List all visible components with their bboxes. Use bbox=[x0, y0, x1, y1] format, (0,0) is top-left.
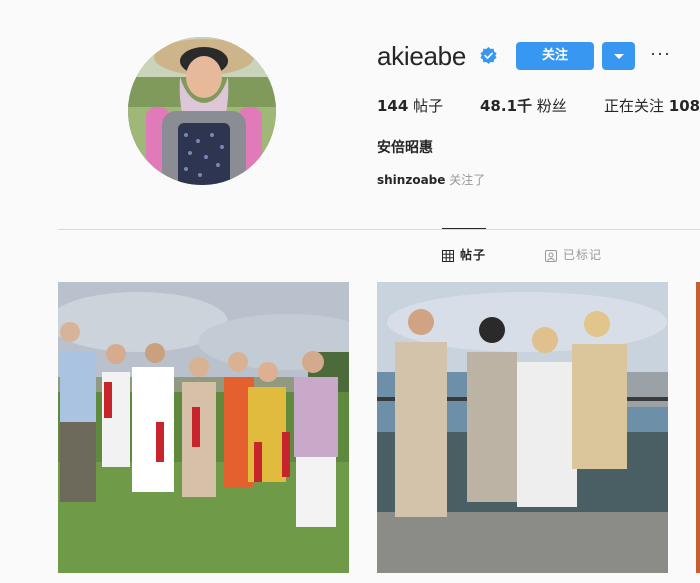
tagged-icon bbox=[545, 249, 557, 262]
post-thumbnail-partial[interactable] bbox=[696, 282, 700, 573]
followed-by-suffix: 关注了 bbox=[449, 173, 486, 187]
tab-posts[interactable]: 帖子 bbox=[442, 247, 486, 263]
posts-count: 144 bbox=[377, 97, 409, 115]
followers-stat[interactable]: 48.1千 粉丝 bbox=[480, 95, 567, 116]
followed-by-text: shinzoabe 关注了 bbox=[377, 171, 485, 188]
tab-tagged[interactable]: 已标记 bbox=[545, 247, 602, 263]
suggestions-dropdown-button[interactable] bbox=[602, 42, 635, 70]
tab-tagged-label: 已标记 bbox=[563, 248, 603, 262]
profile-avatar[interactable] bbox=[128, 37, 276, 185]
following-label: 正在关注 bbox=[604, 97, 665, 115]
chevron-down-icon bbox=[614, 54, 624, 59]
following-count: 108 bbox=[668, 97, 700, 115]
post-thumbnail[interactable] bbox=[377, 282, 668, 573]
tab-posts-label: 帖子 bbox=[460, 248, 487, 262]
followers-count: 48.1千 bbox=[480, 97, 533, 115]
grid-icon bbox=[442, 249, 454, 262]
following-stat[interactable]: 正在关注 108 bbox=[604, 95, 700, 116]
profile-full-name: 安倍昭惠 bbox=[377, 140, 433, 156]
tabs-divider bbox=[58, 229, 700, 230]
posts-label: 帖子 bbox=[413, 97, 444, 115]
followers-label: 粉丝 bbox=[536, 97, 567, 115]
profile-username: akieabe bbox=[377, 41, 466, 71]
followed-by-user-link[interactable]: shinzoabe bbox=[377, 173, 445, 187]
more-options-button[interactable]: ··· bbox=[650, 44, 670, 64]
active-tab-indicator bbox=[442, 228, 486, 229]
posts-stat: 144 帖子 bbox=[377, 95, 443, 116]
follow-button[interactable]: 关注 bbox=[516, 42, 594, 70]
verified-badge-icon bbox=[480, 47, 497, 64]
post-thumbnail[interactable] bbox=[58, 282, 349, 573]
